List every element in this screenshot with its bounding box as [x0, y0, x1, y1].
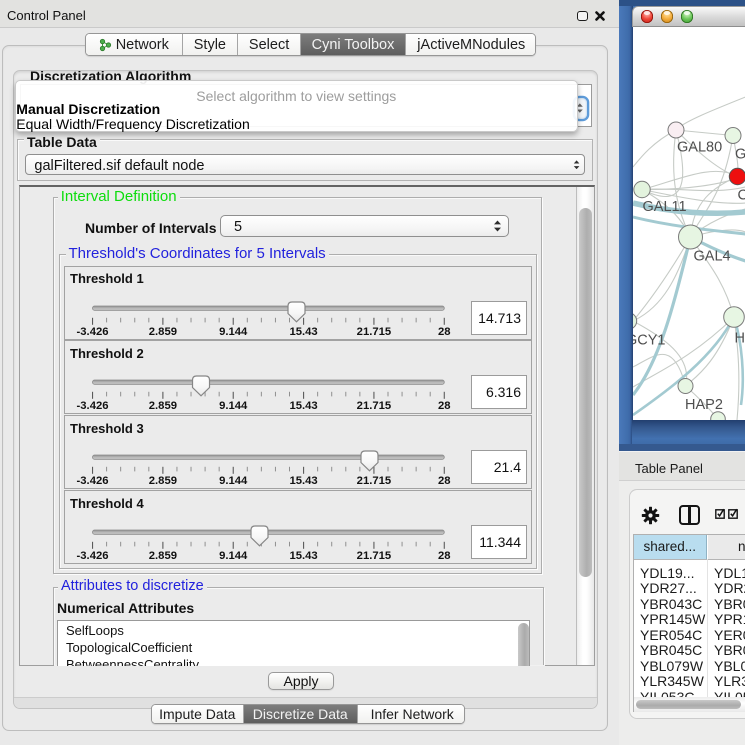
svg-text:21.715: 21.715 [356, 326, 391, 338]
svg-text:15.43: 15.43 [289, 475, 317, 487]
svg-text:15.43: 15.43 [289, 326, 317, 338]
svg-text:21.715: 21.715 [356, 400, 391, 412]
svg-text:2.859: 2.859 [148, 475, 176, 487]
svg-text:GCY1: GCY1 [633, 333, 666, 349]
svg-text:28: 28 [437, 475, 450, 487]
svg-text:15.43: 15.43 [289, 400, 317, 412]
svg-text:-3.426: -3.426 [76, 475, 108, 487]
svg-text:C: C [737, 188, 745, 204]
svg-text:-3.426: -3.426 [76, 550, 108, 562]
svg-text:-3.426: -3.426 [76, 326, 108, 338]
svg-text:H: H [734, 331, 744, 347]
svg-text:28: 28 [437, 550, 450, 562]
svg-text:21.715: 21.715 [356, 475, 391, 487]
svg-text:9.144: 9.144 [219, 326, 248, 338]
svg-text:28: 28 [437, 400, 450, 412]
svg-text:9.144: 9.144 [219, 400, 248, 412]
svg-text:GAL11: GAL11 [642, 199, 686, 215]
svg-text:GAL80: GAL80 [677, 140, 722, 156]
svg-text:2.859: 2.859 [148, 400, 176, 412]
svg-text:28: 28 [437, 326, 450, 338]
svg-text:G: G [735, 147, 745, 163]
svg-text:15.43: 15.43 [289, 550, 317, 562]
svg-text:21.715: 21.715 [356, 550, 391, 562]
svg-text:HAP2: HAP2 [685, 397, 723, 413]
svg-text:9.144: 9.144 [219, 550, 248, 562]
svg-text:GAL4: GAL4 [693, 249, 730, 265]
svg-text:2.859: 2.859 [148, 550, 176, 562]
svg-text:9.144: 9.144 [219, 475, 248, 487]
svg-text:-3.426: -3.426 [76, 400, 108, 412]
svg-text:2.859: 2.859 [148, 326, 176, 338]
